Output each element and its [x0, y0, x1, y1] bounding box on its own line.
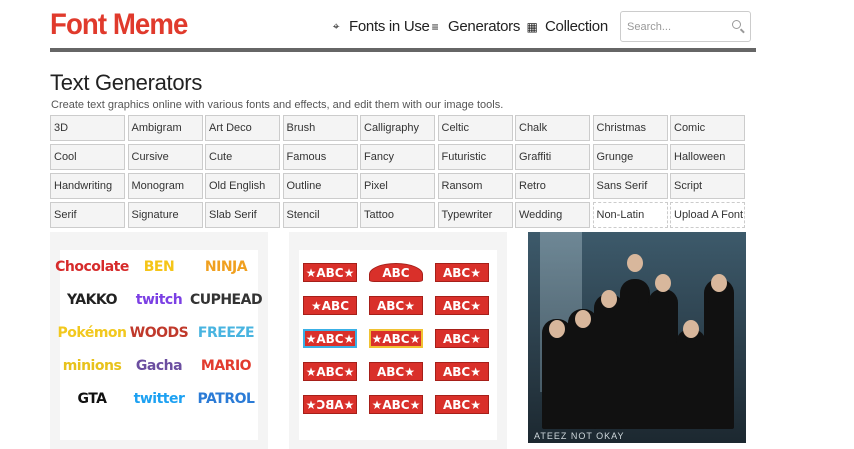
nav-fonts-in-use[interactable]: ⌖ Fonts in Use — [329, 18, 430, 35]
badge-sample: ★ABC★ — [369, 329, 423, 348]
page-title: Text Generators — [50, 70, 203, 95]
photo-figure — [648, 289, 678, 429]
badge-sample: ★ABC★ — [369, 395, 423, 414]
generator-link[interactable]: Halloween — [670, 144, 745, 170]
generator-link[interactable]: Ransom — [437, 173, 513, 199]
badge-sample: ABC★ — [435, 395, 489, 414]
generator-link[interactable]: Monogram — [127, 173, 203, 199]
generator-link[interactable]: Serif — [50, 202, 125, 228]
generator-link[interactable]: Old English — [205, 173, 280, 199]
famous-logos-grid: Chocolate BEN NINJA YAKKO twitch CUPHEAD Pokém… — [55, 250, 263, 415]
generator-link[interactable]: Typewriter — [437, 202, 513, 228]
logo-sample: PATROL — [197, 390, 255, 407]
search-box — [620, 11, 751, 42]
badge-sample: ABC★ — [435, 329, 489, 348]
search-icon[interactable] — [732, 20, 741, 29]
badge-sample: ABC★ — [435, 263, 489, 282]
logo-sample: FREEZE — [197, 324, 255, 341]
badge-generator-panel[interactable]: ★ABC★ ABC ABC★ ★ABC ABC★ ABC★ ★ABC★ ★ABC★ ABC★ ★A… — [289, 232, 507, 449]
generator-link[interactable]: Ambigram — [127, 115, 203, 141]
logo-sample: Chocolate — [55, 258, 129, 275]
logo-sample: Gacha — [135, 357, 183, 374]
logo-sample: BEN — [143, 258, 175, 275]
generator-link[interactable]: Wedding — [515, 202, 590, 228]
logo-sample: YAKKO — [66, 291, 118, 308]
badge-sample: ABC★ — [369, 362, 423, 381]
featured-photo[interactable]: ATEEZ NOT OKAY — [528, 232, 746, 443]
generator-link[interactable]: Upload A Font — [670, 202, 745, 228]
photo-figure — [704, 279, 734, 429]
generator-link[interactable]: Stencil — [282, 202, 358, 228]
badge-sample: ABC★ — [435, 296, 489, 315]
nav-collection[interactable]: ▦ Collection — [525, 18, 608, 35]
generator-link[interactable]: Fancy — [360, 144, 435, 170]
logo-sample: WOODS — [129, 324, 189, 341]
badge-sample: ABC★ — [435, 362, 489, 381]
generator-link[interactable]: Futuristic — [437, 144, 513, 170]
generator-link[interactable]: Chalk — [515, 115, 590, 141]
badge-sample: ★ABC★ — [303, 362, 357, 381]
generator-link[interactable]: 3D — [50, 115, 125, 141]
generator-link[interactable]: Slab Serif — [205, 202, 280, 228]
generator-link[interactable]: Celtic — [437, 115, 513, 141]
logo-sample: twitter — [133, 390, 185, 407]
generator-link[interactable]: Script — [670, 173, 745, 199]
generator-link[interactable]: Art Deco — [205, 115, 280, 141]
generator-link[interactable]: Cool — [50, 144, 125, 170]
nav-label: Collection — [545, 18, 608, 35]
logo-sample: minions — [62, 357, 122, 374]
site-header: Font Meme ⌖ Fonts in Use ≡ Generators ▦ … — [50, 0, 756, 52]
logo-sample: twitch — [135, 291, 183, 308]
generator-link[interactable]: Christmas — [592, 115, 668, 141]
generator-link[interactable]: Cursive — [127, 144, 203, 170]
generator-category-grid: 3D Ambigram Art Deco Brush Calligraphy Celtic… — [50, 115, 746, 228]
generator-link[interactable]: Graffiti — [515, 144, 590, 170]
search-input[interactable] — [621, 12, 721, 41]
badge-sample: ★ABC★ — [303, 263, 357, 282]
generator-link[interactable]: Outline — [282, 173, 358, 199]
logo-sample: NINJA — [204, 258, 248, 275]
photo-caption: ATEEZ NOT OKAY — [534, 431, 625, 441]
badge-sample: ★ABC★ — [303, 329, 357, 348]
logo-sample: Pokémon — [57, 324, 127, 341]
generator-link[interactable]: Pixel — [360, 173, 435, 199]
generator-link[interactable]: Famous — [282, 144, 358, 170]
generator-link[interactable]: Retro — [515, 173, 590, 199]
logo-sample: CUPHEAD — [189, 291, 263, 308]
page-subtitle: Create text graphics online with various… — [51, 99, 504, 111]
famous-logos-panel[interactable]: Chocolate BEN NINJA YAKKO twitch CUPHEAD Pokém… — [50, 232, 268, 449]
crosshair-icon: ⌖ — [332, 19, 340, 33]
photo-figure — [620, 279, 650, 429]
site-logo[interactable]: Font Meme — [50, 8, 188, 42]
generator-link[interactable]: Non-Latin — [592, 202, 668, 228]
generator-link[interactable]: Handwriting — [50, 173, 125, 199]
generator-link[interactable]: Signature — [127, 202, 203, 228]
generator-link[interactable]: Brush — [282, 115, 358, 141]
logo-sample: GTA — [77, 390, 107, 407]
generator-link[interactable]: Calligraphy — [360, 115, 435, 141]
badge-sample: ★ABC — [303, 296, 357, 315]
generator-link[interactable]: Cute — [205, 144, 280, 170]
nav-label: Fonts in Use — [349, 18, 430, 35]
badge-sample: ★ABC★ — [303, 395, 357, 414]
photo-figure — [676, 329, 706, 429]
nav-generators[interactable]: ≡ Generators — [428, 18, 521, 35]
nav-label: Generators — [448, 18, 521, 35]
logo-sample: MARIO — [200, 357, 252, 374]
generator-link[interactable]: Tattoo — [360, 202, 435, 228]
badge-sample: ABC — [369, 263, 423, 282]
generator-link[interactable]: Comic — [670, 115, 745, 141]
abc-badge-grid: ★ABC★ ABC ABC★ ★ABC ABC★ ABC★ ★ABC★ ★ABC★ ABC★ ★A… — [303, 256, 493, 421]
edit-list-icon: ≡ — [431, 19, 439, 34]
generator-link[interactable]: Grunge — [592, 144, 668, 170]
grid-icon: ▦ — [526, 19, 538, 34]
generator-link[interactable]: Sans Serif — [592, 173, 668, 199]
badge-sample: ABC★ — [369, 296, 423, 315]
